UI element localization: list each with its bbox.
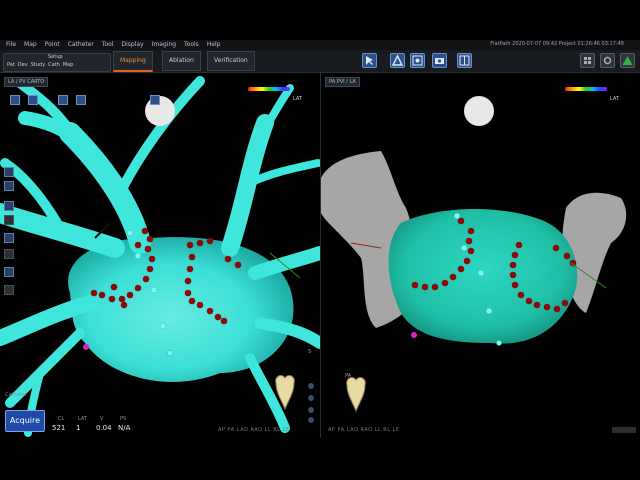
- setup-label: Setup: [48, 54, 63, 60]
- tab-ablation[interactable]: Ablation: [162, 51, 201, 71]
- zoom-tool[interactable]: [58, 95, 68, 105]
- tab-verification[interactable]: Verification: [207, 51, 255, 71]
- scroll-handle[interactable]: [612, 427, 636, 433]
- menu-items: File Map Point Catheter Tool Display Ima…: [6, 41, 221, 48]
- menu-map[interactable]: Map: [24, 41, 37, 48]
- grid-icon[interactable]: [580, 53, 595, 68]
- setup-buttons: Pat Dev Study Cath Map: [7, 62, 73, 68]
- right-view-presets[interactable]: AP PA LAO RAO LL RL LE: [328, 427, 400, 433]
- pan-tool[interactable]: [28, 95, 38, 105]
- orient-button-1[interactable]: [308, 383, 314, 389]
- orientation-axis: S: [308, 349, 312, 355]
- setup-pat-button[interactable]: Pat: [7, 62, 15, 68]
- menu-point[interactable]: Point: [45, 41, 60, 48]
- center-tool[interactable]: [76, 95, 86, 105]
- tool-measure[interactable]: [4, 215, 14, 225]
- value-cl: 521: [52, 424, 66, 432]
- right-heart-label: PA: [345, 373, 352, 379]
- header-cl: CL: [58, 416, 65, 422]
- view-reset-tool[interactable]: [150, 95, 160, 105]
- cursor-icon[interactable]: [362, 53, 377, 68]
- menu-display[interactable]: Display: [122, 41, 144, 48]
- menu-imaging[interactable]: Imaging: [152, 41, 176, 48]
- menu-tool[interactable]: Tool: [102, 41, 114, 48]
- orientation-heart-icon: [275, 375, 295, 411]
- setup-study-button[interactable]: Study: [31, 62, 45, 68]
- header-lat: LAT: [78, 416, 87, 422]
- camera-icon[interactable]: [432, 53, 447, 68]
- tool-draw[interactable]: [4, 233, 14, 243]
- status-readout: FlatPath 2020-07-07 09:42 Project 01:26:…: [490, 41, 624, 47]
- orientation-buttons: [306, 383, 316, 425]
- header-v: V: [100, 416, 104, 422]
- setup-group: Setup Pat Dev Study Cath Map: [3, 53, 111, 72]
- tool-cut[interactable]: [4, 201, 14, 211]
- value-v: 0.04: [96, 424, 112, 432]
- acquire-button[interactable]: Acquire: [5, 410, 45, 432]
- value-ps: N/A: [118, 424, 131, 432]
- right-lat-label: LAT: [610, 96, 619, 102]
- right-3d-view[interactable]: PA PVI / LA LAT PA: [321, 73, 640, 438]
- menu-file[interactable]: File: [6, 41, 16, 48]
- tool-layer[interactable]: [4, 285, 14, 295]
- tool-erase[interactable]: [4, 249, 14, 259]
- right-orientation-heart-icon: [346, 377, 366, 413]
- workflow-toolbar: Setup Pat Dev Study Cath Map Mapping Abl…: [0, 50, 640, 73]
- orient-button-3[interactable]: [308, 407, 314, 413]
- tab-mapping[interactable]: Mapping: [113, 51, 153, 72]
- rotate-tool[interactable]: [10, 95, 20, 105]
- catheter-section-label: Catheter: [5, 392, 27, 398]
- map-icon[interactable]: [410, 53, 425, 68]
- setup-cath-button[interactable]: Cath: [48, 62, 60, 68]
- settings-icon[interactable]: [600, 53, 615, 68]
- menu-catheter[interactable]: Catheter: [68, 41, 94, 48]
- triangle-icon[interactable]: [390, 53, 405, 68]
- orient-button-4[interactable]: [308, 417, 314, 423]
- setup-map-button[interactable]: Map: [63, 62, 74, 68]
- warning-icon[interactable]: [620, 53, 635, 68]
- tool-label[interactable]: [4, 267, 14, 277]
- left-view-title: LA / PV CARTO: [4, 77, 49, 87]
- left-lat-label: LAT: [293, 96, 302, 102]
- left-3d-view[interactable]: LA / PV CARTO LAT S I: [0, 73, 320, 438]
- left-view-presets[interactable]: AP PA LAO RAO LL RL LE: [218, 427, 290, 433]
- orient-button-2[interactable]: [308, 395, 314, 401]
- menu-help[interactable]: Help: [207, 41, 221, 48]
- header-ps: PS: [120, 416, 127, 422]
- tool-point[interactable]: [4, 167, 14, 177]
- value-lat: 1: [76, 424, 81, 432]
- right-view-title: PA PVI / LA: [325, 77, 360, 87]
- right-lat-colorbar: [565, 87, 607, 91]
- setup-dev-button[interactable]: Dev: [18, 62, 28, 68]
- menu-tools[interactable]: Tools: [184, 41, 199, 48]
- layout-icon[interactable]: [457, 53, 472, 68]
- tool-tag[interactable]: [4, 181, 14, 191]
- left-lat-colorbar: [248, 87, 290, 91]
